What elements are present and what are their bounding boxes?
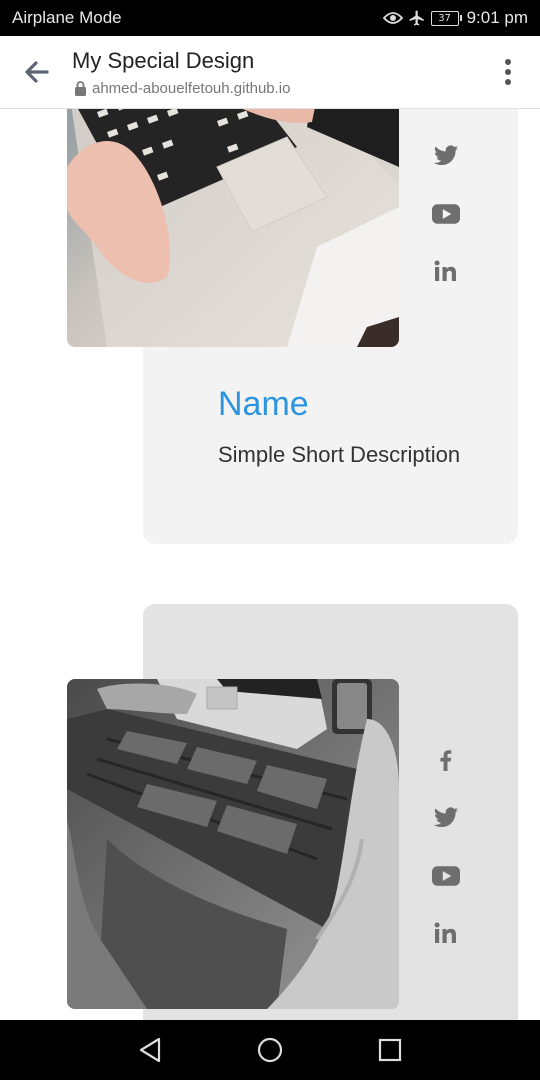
twitter-icon[interactable] <box>432 807 460 829</box>
status-icons: 37 9:01 pm <box>382 7 528 29</box>
nav-home-icon[interactable] <box>254 1034 286 1066</box>
status-bar: Airplane Mode 37 9:01 pm <box>0 0 540 36</box>
card-name: Name <box>218 385 309 423</box>
system-navigation-bar <box>0 1020 540 1080</box>
laptop-on-lap-grayscale-photo <box>67 679 399 1009</box>
linkedin-icon[interactable] <box>432 922 460 944</box>
battery-icon: 37 <box>430 10 462 26</box>
browser-header: My Special Design ahmed-abouelfetouh.git… <box>0 36 540 109</box>
battery-level: 37 <box>430 10 459 26</box>
eye-icon <box>382 12 403 24</box>
linkedin-icon[interactable] <box>432 260 460 282</box>
page-title: My Special Design <box>72 48 255 73</box>
youtube-icon[interactable] <box>432 865 460 887</box>
airplane-icon <box>409 10 424 26</box>
lock-icon <box>75 81 86 96</box>
airplane-mode-label: Airplane Mode <box>12 8 122 27</box>
clock: 9:01 pm <box>466 8 528 27</box>
card-description: Simple Short Description <box>218 442 461 467</box>
nav-back-icon[interactable] <box>134 1034 166 1066</box>
facebook-icon[interactable] <box>432 749 460 771</box>
back-arrow-icon[interactable] <box>20 56 52 88</box>
page-content[interactable]: Name Simple Short Description <box>0 109 540 1020</box>
url-bar[interactable]: ahmed-abouelfetouh.github.io <box>74 80 291 97</box>
more-options-icon[interactable] <box>504 58 512 86</box>
url-text: ahmed-abouelfetouh.github.io <box>92 80 291 97</box>
laptop-typing-photo <box>67 109 399 347</box>
youtube-icon[interactable] <box>432 203 460 225</box>
nav-recents-icon[interactable] <box>374 1034 406 1066</box>
twitter-icon[interactable] <box>432 145 460 167</box>
